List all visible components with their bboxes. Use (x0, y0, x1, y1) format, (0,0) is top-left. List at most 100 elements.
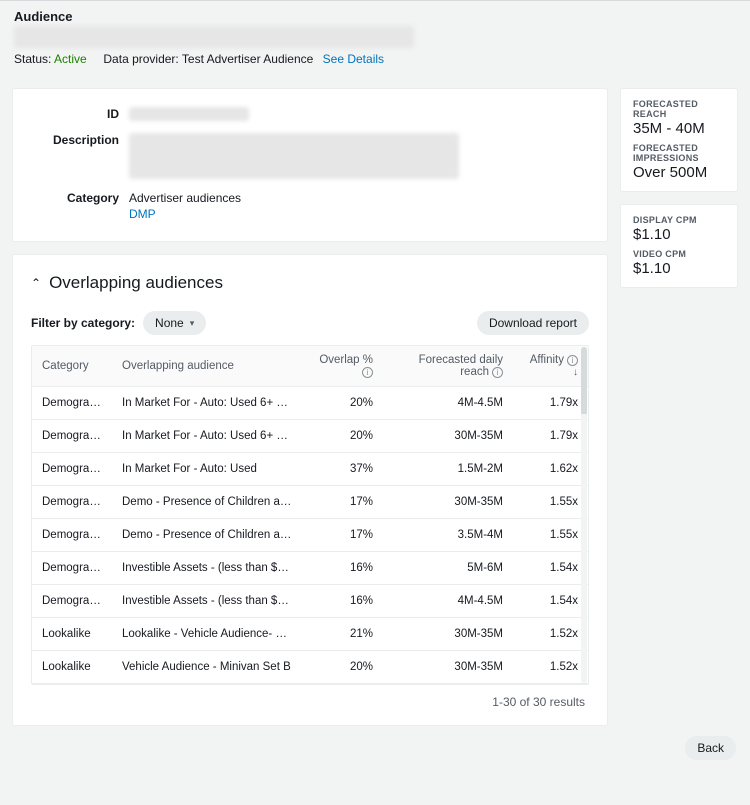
download-report-button[interactable]: Download report (477, 311, 589, 335)
table-row[interactable]: DemographicInvestible Assets - (less tha… (32, 585, 588, 618)
overlap-table: Category Overlapping audience Overlap %i… (32, 346, 588, 684)
col-affinity[interactable]: Affinityi↓ (513, 346, 588, 387)
table-row[interactable]: DemographicDemo - Presence of Children a… (32, 519, 588, 552)
cell-audience: In Market For - Auto: Used 6+ years old (112, 387, 303, 420)
forecast-card: FORECASTED REACH 35M - 40M FORECASTED IM… (620, 88, 738, 192)
cell-affinity: 1.62x (513, 453, 588, 486)
cell-affinity: 1.54x (513, 585, 588, 618)
cell-category: Demographic (32, 453, 112, 486)
status-row: Status: Active Data provider: Test Adver… (14, 52, 736, 66)
cell-category: Lookalike (32, 651, 112, 684)
cell-reach: 3.5M-4M (383, 519, 513, 552)
cell-reach: 30M-35M (383, 486, 513, 519)
provider-value: Test Advertiser Audience (182, 52, 313, 66)
table-row[interactable]: DemographicDemo - Presence of Children a… (32, 486, 588, 519)
cell-overlap: 16% (303, 585, 383, 618)
description-value-redacted (129, 133, 459, 179)
cell-audience: In Market For - Auto: Used 6+ years old (112, 420, 303, 453)
cell-affinity: 1.52x (513, 618, 588, 651)
video-cpm-value: $1.10 (633, 260, 725, 277)
col-audience[interactable]: Overlapping audience (112, 346, 303, 387)
cell-category: Demographic (32, 420, 112, 453)
col-category[interactable]: Category (32, 346, 112, 387)
cell-audience: Lookalike - Vehicle Audience- Cadillac S… (112, 618, 303, 651)
status-label: Status: (14, 52, 51, 66)
cell-overlap: 16% (303, 552, 383, 585)
description-label: Description (31, 133, 129, 179)
sort-desc-icon: ↓ (573, 367, 578, 378)
category-label: Category (31, 191, 129, 221)
overlap-table-container: Category Overlapping audience Overlap %i… (31, 345, 589, 685)
cell-overlap: 17% (303, 519, 383, 552)
table-row[interactable]: DemographicIn Market For - Auto: Used 6+… (32, 420, 588, 453)
cell-overlap: 37% (303, 453, 383, 486)
cell-overlap: 20% (303, 651, 383, 684)
filter-category-dropdown[interactable]: None ▾ (143, 311, 206, 335)
cpm-card: DISPLAY CPM $1.10 VIDEO CPM $1.10 (620, 204, 738, 288)
see-details-link[interactable]: See Details (323, 52, 384, 66)
cell-category: Demographic (32, 585, 112, 618)
cell-overlap: 20% (303, 420, 383, 453)
results-count: 1-30 of 30 results (31, 685, 589, 711)
cell-affinity: 1.79x (513, 420, 588, 453)
details-card: ID Description Category Advertiser audie… (12, 88, 608, 242)
table-row[interactable]: LookalikeLookalike - Vehicle Audience- C… (32, 618, 588, 651)
audience-title-redacted (14, 26, 414, 48)
table-row[interactable]: DemographicIn Market For - Auto: Used 6+… (32, 387, 588, 420)
overlap-title: Overlapping audiences (49, 273, 223, 293)
info-icon: i (362, 367, 373, 378)
cell-audience: In Market For - Auto: Used (112, 453, 303, 486)
overlapping-audiences-card: ⌃ Overlapping audiences Filter by catego… (12, 254, 608, 726)
cell-affinity: 1.79x (513, 387, 588, 420)
col-reach[interactable]: Forecasted daily reachi (383, 346, 513, 387)
info-icon: i (567, 355, 578, 366)
display-cpm-value: $1.10 (633, 226, 725, 243)
cell-overlap: 17% (303, 486, 383, 519)
forecast-imp-value: Over 500M (633, 164, 725, 181)
table-row[interactable]: LookalikeVehicle Audience - Minivan Set … (32, 651, 588, 684)
chevron-up-icon: ⌃ (31, 276, 41, 290)
cell-reach: 4M-4.5M (383, 387, 513, 420)
forecast-imp-label: FORECASTED IMPRESSIONS (633, 143, 725, 163)
video-cpm-label: VIDEO CPM (633, 249, 725, 259)
info-icon: i (492, 367, 503, 378)
cell-affinity: 1.52x (513, 651, 588, 684)
id-label: ID (31, 107, 129, 121)
cell-reach: 30M-35M (383, 651, 513, 684)
table-row[interactable]: DemographicIn Market For - Auto: Used37%… (32, 453, 588, 486)
cell-overlap: 20% (303, 387, 383, 420)
filter-label: Filter by category: (31, 316, 135, 330)
category-value-1: Advertiser audiences (129, 191, 241, 205)
cell-audience: Vehicle Audience - Minivan Set B (112, 651, 303, 684)
cell-reach: 5M-6M (383, 552, 513, 585)
back-button[interactable]: Back (685, 736, 736, 760)
cell-reach: 30M-35M (383, 618, 513, 651)
table-row[interactable]: DemographicInvestible Assets - (less tha… (32, 552, 588, 585)
audience-label: Audience (14, 9, 736, 24)
category-link-dmp[interactable]: DMP (129, 207, 241, 221)
filter-value: None (155, 316, 184, 330)
cell-category: Demographic (32, 387, 112, 420)
display-cpm-label: DISPLAY CPM (633, 215, 725, 225)
status-value: Active (54, 52, 87, 66)
cell-reach: 4M-4.5M (383, 585, 513, 618)
cell-affinity: 1.55x (513, 486, 588, 519)
cell-affinity: 1.54x (513, 552, 588, 585)
cell-reach: 30M-35M (383, 420, 513, 453)
cell-audience: Investible Assets - (less than $10k) (112, 552, 303, 585)
cell-reach: 1.5M-2M (383, 453, 513, 486)
cell-category: Demographic (32, 519, 112, 552)
cell-category: Demographic (32, 552, 112, 585)
cell-audience: Demo - Presence of Children age 13-18 (112, 486, 303, 519)
id-value-redacted (129, 107, 249, 121)
forecast-reach-value: 35M - 40M (633, 120, 725, 137)
forecast-reach-label: FORECASTED REACH (633, 99, 725, 119)
provider-label: Data provider: (103, 52, 178, 66)
col-overlap[interactable]: Overlap %i (303, 346, 383, 387)
overlap-section-toggle[interactable]: ⌃ Overlapping audiences (31, 273, 589, 293)
cell-category: Lookalike (32, 618, 112, 651)
cell-affinity: 1.55x (513, 519, 588, 552)
chevron-down-icon: ▾ (190, 318, 195, 329)
cell-audience: Demo - Presence of Children age 13-18 (112, 519, 303, 552)
cell-overlap: 21% (303, 618, 383, 651)
